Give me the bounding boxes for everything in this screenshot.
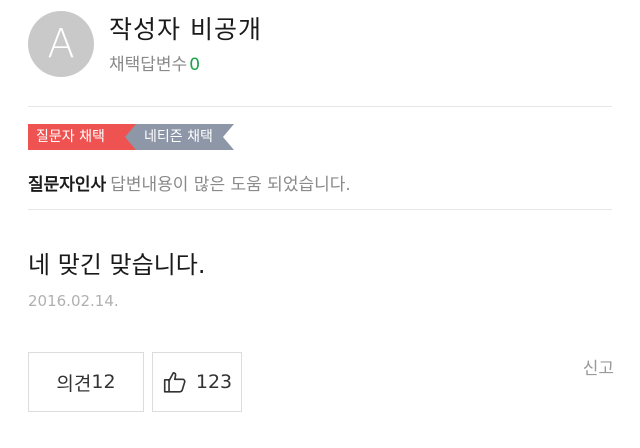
thumbs-up-icon [162, 369, 188, 395]
adopt-label: 채택답변수 [109, 55, 188, 75]
adopt-count: 0 [189, 55, 201, 75]
comment-count: 12 [91, 371, 116, 393]
avatar-letter: A [47, 21, 75, 67]
like-count: 123 [195, 371, 233, 393]
avatar: A [28, 11, 94, 77]
divider [28, 209, 612, 210]
asker-greeting: 질문자인사 답변내용이 많은 도움 되었습니다. [28, 170, 351, 195]
greeting-title: 질문자인사 [28, 175, 107, 195]
report-link[interactable]: 신고 [583, 354, 614, 379]
adopt-count-line: 채택답변수 0 [109, 50, 200, 75]
like-button[interactable]: 123 [152, 352, 242, 412]
netizen-adopted-badge: 네티즌 채택 [124, 124, 234, 150]
answer-date: 2016.02.14. [28, 292, 119, 310]
answer-text: 네 맞긴 맞습니다. [28, 251, 206, 279]
asker-adopted-badge: 질문자 채택 [28, 124, 136, 150]
comment-button[interactable]: 의견 12 [28, 352, 144, 412]
author-name: 작성자 비공개 [109, 15, 262, 44]
greeting-text: 답변내용이 많은 도움 되었습니다. [110, 175, 351, 195]
divider [28, 106, 612, 107]
comment-label: 의견 [56, 372, 92, 395]
